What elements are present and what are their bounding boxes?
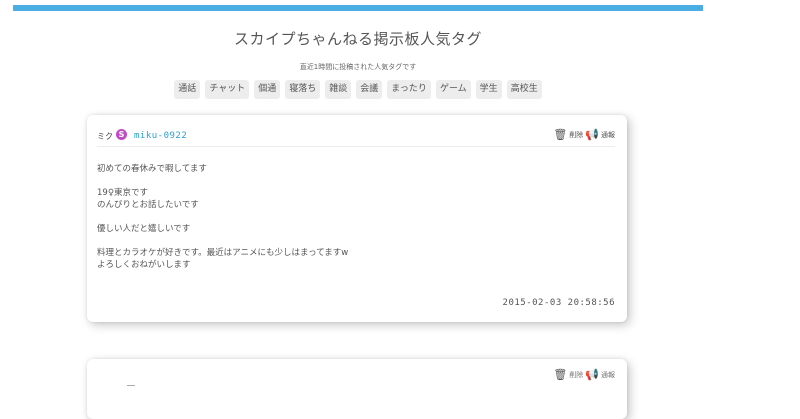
tag-item[interactable]: 学生 (475, 80, 502, 99)
delete-link[interactable]: 削除 (569, 130, 583, 140)
popular-tag-list: 通話 チャット 個通 寝落ち 雑談 会議 まったり ゲーム 学生 高校生 (0, 80, 716, 99)
trash-icon[interactable]: 🗑 (553, 128, 567, 141)
poster-name: ミク (97, 132, 113, 141)
top-accent-bar (13, 5, 703, 11)
tag-item[interactable]: チャット (205, 80, 250, 99)
megaphone-icon[interactable]: 📢 (585, 368, 599, 381)
trash-icon[interactable]: 🗑 (553, 368, 567, 381)
megaphone-icon[interactable]: 📢 (585, 128, 599, 141)
tag-item[interactable]: 通話 (174, 80, 201, 99)
report-link[interactable]: 通報 (601, 370, 615, 380)
skype-id-link[interactable]: miku-0922 (134, 131, 187, 141)
tag-item[interactable]: ゲーム (435, 80, 471, 99)
post-header: ミク S miku-0922 🗑 削除 📢 通報 (97, 128, 615, 147)
tag-item[interactable]: 会議 (356, 80, 383, 99)
tag-item[interactable]: 高校生 (506, 80, 542, 99)
poster-name-stub (127, 385, 135, 390)
post-timestamp: 2015-02-03 20:58:56 (502, 298, 615, 308)
skype-icon: S (116, 129, 127, 140)
tag-item[interactable]: まったり (387, 80, 431, 99)
post-card: ミク S miku-0922 🗑 削除 📢 通報 初めての春休みで暇してます 1… (87, 115, 627, 322)
tag-item[interactable]: 雑談 (325, 80, 352, 99)
post-actions: 🗑 削除 📢 通報 (553, 128, 615, 141)
delete-link[interactable]: 削除 (569, 370, 583, 380)
page-title: スカイプちゃんねる掲示板人気タグ (233, 30, 482, 48)
popular-tags-caption: 直近1時間に投稿された人気タグです (299, 63, 417, 71)
tag-item[interactable]: 個通 (254, 80, 281, 99)
post-card: 🗑 削除 📢 通報 (87, 359, 627, 419)
report-link[interactable]: 通報 (601, 130, 615, 140)
tag-item[interactable]: 寝落ち (285, 80, 321, 99)
post-actions: 🗑 削除 📢 通報 (553, 368, 615, 381)
post-header (97, 372, 615, 390)
post-body: 初めての春休みで暇してます 19♀東京です のんびりとお話したいです 優しい人だ… (97, 164, 349, 270)
